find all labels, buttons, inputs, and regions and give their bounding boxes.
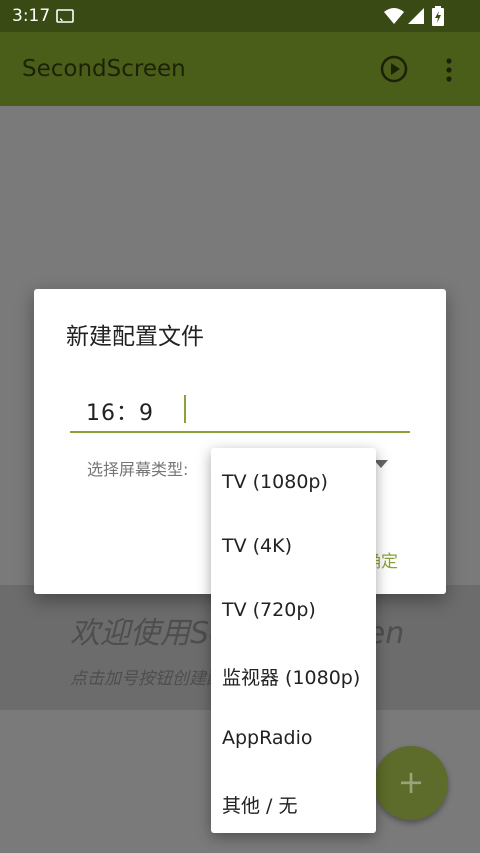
play-icon[interactable] (380, 55, 408, 83)
battery-icon (432, 6, 444, 26)
more-icon[interactable] (445, 57, 453, 83)
dropdown-option[interactable]: TV (4K) (211, 514, 376, 578)
screen-type-dropdown: TV (1080p) TV (4K) TV (720p) 监视器 (1080p)… (211, 448, 376, 833)
option-label: TV (4K) (222, 535, 293, 557)
option-label: AppRadio (222, 727, 313, 749)
dropdown-arrow-icon[interactable] (374, 460, 388, 468)
dropdown-option[interactable]: 其他 / 无 (211, 770, 376, 834)
wifi-icon (384, 8, 404, 24)
status-bar: 3:17 (0, 0, 480, 32)
plus-icon: + (397, 763, 425, 801)
status-time: 3:17 (12, 6, 51, 26)
option-label: 其他 / 无 (222, 795, 298, 817)
dropdown-option[interactable]: TV (1080p) (211, 450, 376, 514)
text-cursor (184, 395, 186, 423)
dropdown-option[interactable]: AppRadio (211, 706, 376, 770)
option-label: 监视器 (1080p) (222, 667, 361, 689)
option-label: TV (1080p) (222, 471, 328, 493)
screen-type-label: 选择屏幕类型: (87, 460, 189, 479)
profile-name-value: 16：9 (86, 401, 154, 426)
profile-name-input[interactable]: 16：9 (70, 389, 410, 433)
app-bar: SecondScreen (0, 32, 480, 106)
dropdown-option[interactable]: TV (720p) (211, 578, 376, 642)
option-label: TV (720p) (222, 599, 316, 621)
signal-icon (408, 8, 424, 24)
add-profile-button[interactable]: + (374, 746, 448, 820)
cast-icon (56, 9, 74, 23)
app-title: SecondScreen (22, 56, 186, 82)
dialog-title: 新建配置文件 (66, 324, 204, 350)
dropdown-option[interactable]: 监视器 (1080p) (211, 642, 376, 706)
